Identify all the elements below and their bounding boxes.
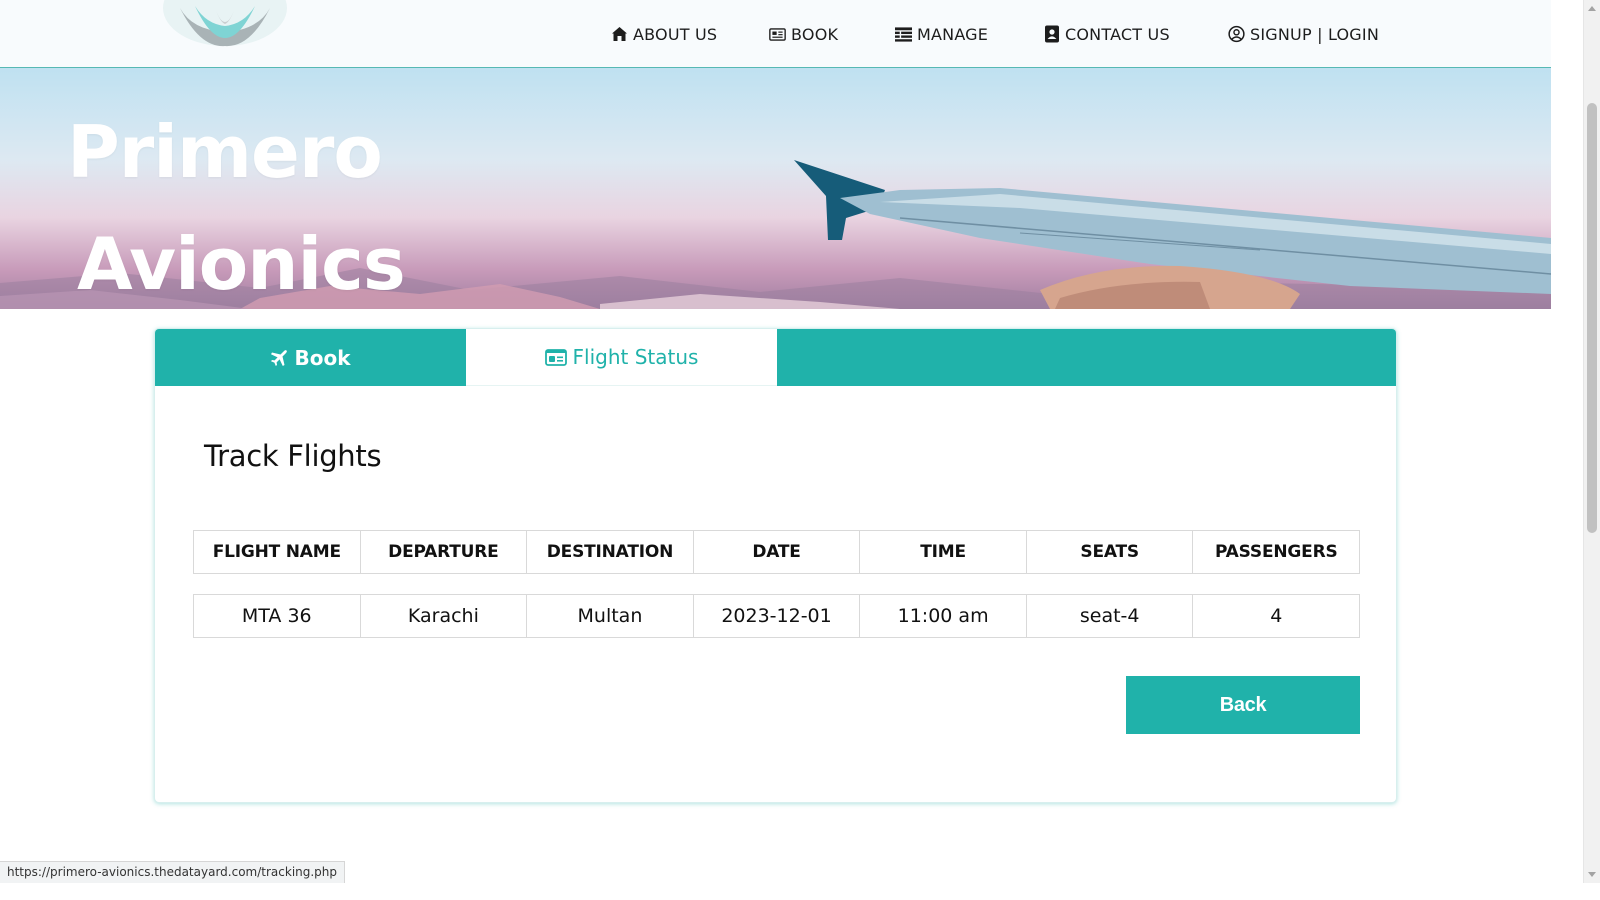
section-title: Track Flights: [204, 439, 382, 473]
cell-passengers: 4: [1192, 594, 1361, 638]
header-time: TIME: [859, 530, 1027, 574]
nav-item-label: BOOK: [791, 24, 839, 44]
cell-time: 11:00 am: [859, 594, 1027, 638]
cell-departure: Karachi: [359, 594, 528, 638]
brand-line-1: Primero: [67, 110, 383, 194]
user-circle-icon: [1228, 25, 1245, 43]
scroll-down-arrow-icon[interactable]: [1588, 872, 1596, 877]
scroll-up-arrow-icon[interactable]: [1588, 6, 1596, 11]
header-seats: SEATS: [1025, 530, 1194, 574]
header-flight-name: FLIGHT NAME: [193, 530, 361, 574]
table-row: MTA 36 Karachi Multan 2023-12-01 11:00 a…: [193, 594, 1361, 638]
id-card-icon: [544, 348, 567, 366]
flight-status-card: Book Flight Status Track Flights FLIGHT …: [154, 328, 1397, 803]
nav-item-contact-us[interactable]: CONTACT US: [1043, 22, 1170, 46]
header-passengers: PASSENGERS: [1192, 530, 1361, 574]
back-button[interactable]: Back: [1126, 676, 1360, 734]
cell-destination: Multan: [526, 594, 694, 638]
tab-bar: Book Flight Status: [155, 329, 1396, 386]
nav-item-about-us[interactable]: ABOUT US: [611, 22, 717, 46]
cell-seats: seat-4: [1025, 594, 1194, 638]
nav-item-label: SIGNUP | LOGIN: [1250, 24, 1379, 44]
tab-book[interactable]: Book: [155, 329, 466, 386]
tab-label: Book: [294, 345, 351, 370]
nav-item-label: ABOUT US: [633, 24, 718, 44]
plane-icon: [270, 349, 288, 367]
tab-flight-status[interactable]: Flight Status: [466, 329, 777, 386]
header-departure: DEPARTURE: [359, 530, 528, 574]
nav-item-manage[interactable]: MANAGE: [895, 22, 988, 46]
brand-title: Primero Avionics: [67, 96, 406, 309]
header-date: DATE: [692, 530, 861, 574]
nav-item-signup-login[interactable]: SIGNUP | LOGIN: [1228, 22, 1379, 46]
table-header-row: FLIGHT NAME DEPARTURE DESTINATION DATE T…: [193, 530, 1361, 574]
vertical-scrollbar[interactable]: [1583, 0, 1600, 883]
header-destination: DESTINATION: [526, 530, 694, 574]
newspaper-icon: [769, 26, 786, 43]
brand-line-2: Avionics: [77, 222, 406, 306]
tab-label: Flight Status: [572, 345, 699, 369]
top-navbar: ABOUT US BOOK MANAGE CONTACT US SIGNUP |…: [0, 0, 1551, 68]
cell-date: 2023-12-01: [692, 594, 861, 638]
nav-item-label: CONTACT US: [1065, 24, 1170, 44]
address-book-icon: [1043, 25, 1060, 43]
list-icon: [895, 26, 912, 43]
home-icon: [611, 26, 628, 43]
scrollbar-thumb[interactable]: [1587, 103, 1597, 533]
link-status-url: https://primero-avionics.thedatayard.com…: [0, 861, 346, 883]
nav-item-label: MANAGE: [917, 24, 989, 44]
nav-links: ABOUT US BOOK MANAGE CONTACT US SIGNUP |…: [0, 22, 1551, 46]
cell-flight-name: MTA 36: [193, 594, 361, 638]
hero-banner: Primero Avionics: [0, 68, 1551, 309]
nav-item-book[interactable]: BOOK: [769, 22, 838, 46]
